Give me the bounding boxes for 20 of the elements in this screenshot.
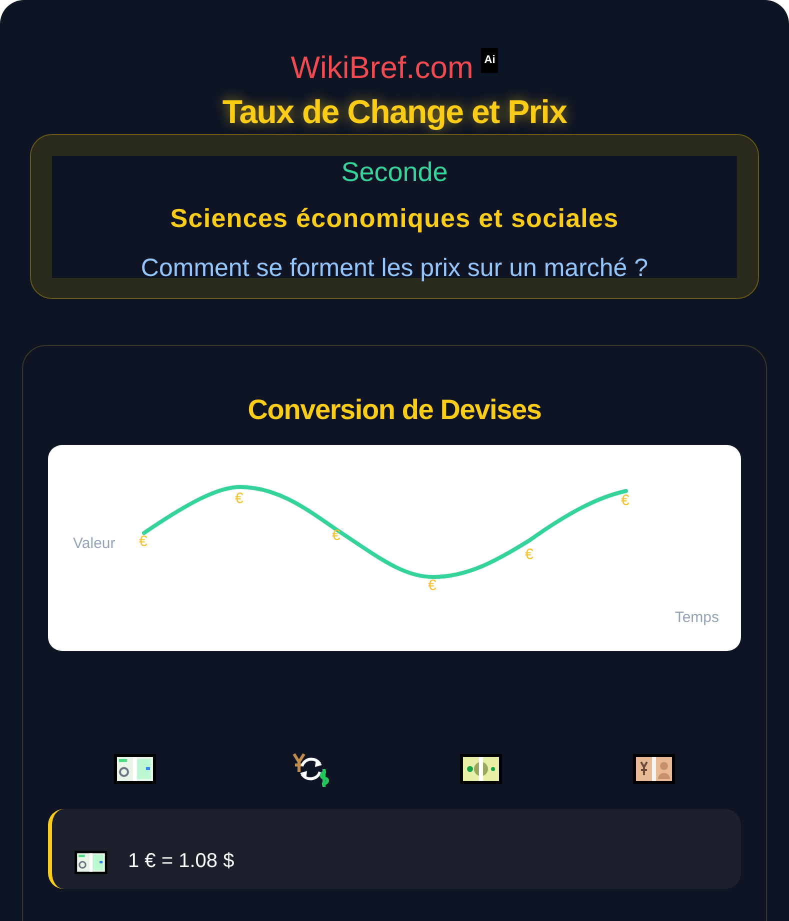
card-title: Conversion de Devises xyxy=(248,393,542,427)
banknote-icon xyxy=(459,753,504,785)
euro-marker: € xyxy=(428,578,436,594)
euro-marker: € xyxy=(235,491,244,507)
rate-text: 1 € = 1.08 $ xyxy=(128,849,234,874)
subject-label: Sciences économiques et sociales xyxy=(170,202,619,235)
axis-label: Temps xyxy=(674,608,719,628)
ai-badge: Ai xyxy=(481,48,498,72)
euro-marker: € xyxy=(139,534,148,550)
axis-label: Valeur xyxy=(73,534,116,554)
site-name: WikiBref.com xyxy=(290,49,474,87)
banknote-icon xyxy=(74,850,108,875)
euro-marker: € xyxy=(525,547,534,563)
euro-marker: € xyxy=(621,493,630,509)
page-title: Taux de Change et Prix xyxy=(222,92,567,132)
banknote-icon xyxy=(632,753,676,785)
banknote-icon xyxy=(112,753,157,785)
level-label: Seconde xyxy=(341,156,448,189)
euro-marker: € xyxy=(332,528,340,544)
question-text: Comment se forment les prix sur un marché ? xyxy=(140,253,648,284)
